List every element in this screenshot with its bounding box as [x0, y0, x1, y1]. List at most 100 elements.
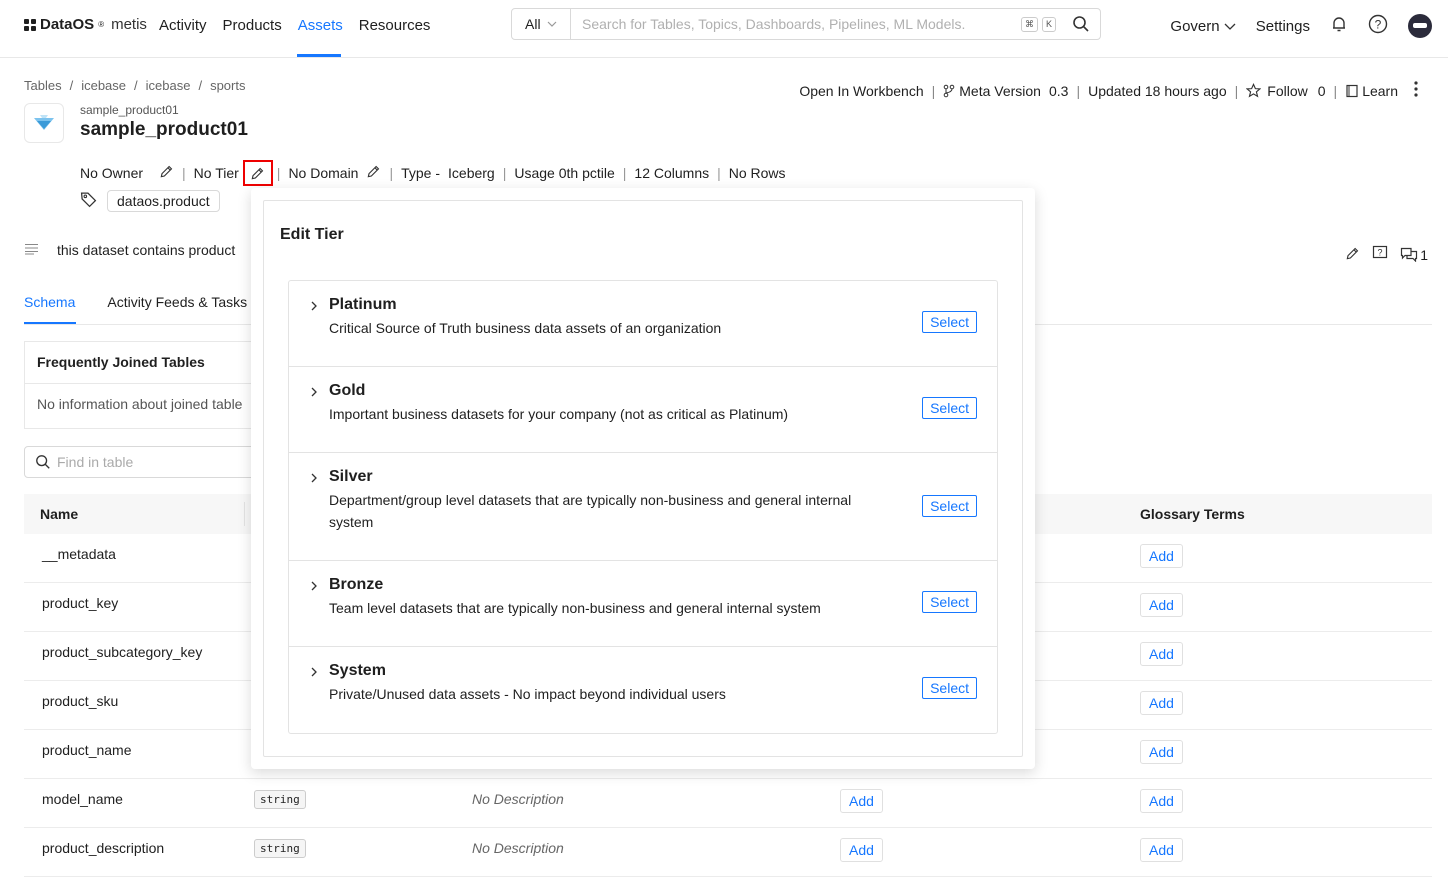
description-actions: ? 1	[1345, 245, 1428, 264]
nav-activity[interactable]: Activity	[159, 17, 207, 34]
page-title: sample_product01	[80, 119, 248, 140]
conversation-button[interactable]: 1	[1400, 247, 1428, 263]
select-tier-button[interactable]: Select	[922, 311, 977, 333]
breadcrumb-item[interactable]: icebase	[81, 78, 126, 93]
edit-tier-icon[interactable]	[242, 160, 273, 186]
edit-owner-icon[interactable]	[159, 164, 174, 182]
rows-count: No Rows	[728, 165, 786, 181]
nav-resources[interactable]: Resources	[359, 17, 431, 34]
column-type-badge: string	[254, 839, 306, 858]
chevron-right-icon[interactable]	[309, 665, 319, 681]
global-search: All Search for Tables, Topics, Dashboard…	[511, 8, 1101, 40]
search-icon	[36, 455, 50, 469]
add-tag-button[interactable]: Add	[840, 838, 883, 862]
joined-card-empty: No information about joined table	[37, 396, 243, 412]
add-glossary-term-button[interactable]: Add	[1140, 544, 1183, 568]
edit-domain-icon[interactable]	[366, 164, 381, 182]
table-row: model_name string No Description Add Add	[24, 779, 1432, 828]
tab-activity-feeds[interactable]: Activity Feeds & Tasks	[107, 294, 247, 310]
entity-subtitle: sample_product01	[80, 103, 179, 117]
settings-link[interactable]: Settings	[1256, 18, 1310, 35]
follow-count: 0	[1317, 82, 1326, 99]
tier-value: No Tier	[193, 165, 239, 181]
chevron-right-icon[interactable]	[309, 299, 319, 315]
breadcrumb-item[interactable]: Tables	[24, 78, 62, 93]
type-value: Iceberg	[448, 165, 495, 181]
follow-button[interactable]: Follow 0	[1246, 82, 1326, 99]
svg-text:?: ?	[1375, 18, 1382, 32]
tab-schema[interactable]: Schema	[24, 294, 75, 310]
column-name: product_sku	[42, 693, 119, 709]
request-description-icon[interactable]: ?	[1372, 245, 1388, 264]
tier-description: Critical Source of Truth business data a…	[329, 320, 722, 336]
column-type-badge: string	[254, 790, 306, 809]
select-tier-button[interactable]: Select	[922, 397, 977, 419]
breadcrumb-item[interactable]: sports	[210, 78, 245, 93]
select-tier-button[interactable]: Select	[922, 677, 977, 699]
column-name: product_subcategory_key	[42, 644, 203, 660]
header-divider	[244, 502, 245, 526]
add-tag-button[interactable]: Add	[840, 789, 883, 813]
main-nav: Activity Products Assets Resources	[159, 17, 430, 34]
book-icon	[1346, 84, 1358, 97]
add-glossary-term-button[interactable]: Add	[1140, 740, 1183, 764]
meta-version-label: Meta Version	[959, 82, 1041, 99]
top-navbar: DataOS ® metis Activity Products Assets R…	[0, 0, 1448, 58]
govern-menu[interactable]: Govern	[1170, 17, 1236, 35]
entity-meta-row: No Owner | No Tier | No Domain | Type - …	[80, 160, 786, 186]
open-in-workbench-link[interactable]: Open In Workbench	[799, 83, 923, 99]
find-in-table-input[interactable]: Find in table	[24, 446, 284, 478]
chevron-right-icon[interactable]	[309, 385, 319, 401]
nav-assets[interactable]: Assets	[298, 17, 343, 34]
tier-option: System Private/Unused data assets - No im…	[289, 647, 997, 733]
star-icon	[1246, 83, 1262, 98]
add-glossary-term-button[interactable]: Add	[1140, 691, 1183, 715]
chevron-right-icon[interactable]	[309, 471, 319, 487]
add-glossary-term-button[interactable]: Add	[1140, 838, 1183, 862]
more-options-icon[interactable]	[1414, 81, 1418, 100]
user-avatar[interactable]	[1408, 14, 1432, 38]
add-glossary-term-button[interactable]: Add	[1140, 642, 1183, 666]
owner-value: No Owner	[80, 165, 144, 181]
select-tier-button[interactable]: Select	[922, 495, 977, 517]
edit-tier-card: Edit Tier Platinum Critical Source of Tru…	[263, 200, 1023, 757]
tag-chip[interactable]: dataos.product	[107, 190, 220, 212]
search-input[interactable]: Search for Tables, Topics, Dashboards, P…	[571, 16, 1021, 32]
conversation-count: 1	[1420, 246, 1428, 263]
nav-products[interactable]: Products	[223, 17, 282, 34]
search-icon[interactable]	[1072, 15, 1090, 33]
meta-version[interactable]: Meta Version 0.3	[943, 83, 1068, 99]
govern-label: Govern	[1170, 17, 1220, 35]
chevron-right-icon[interactable]	[309, 579, 319, 595]
description-icon	[24, 242, 39, 258]
tier-option: Platinum Critical Source of Truth busines…	[289, 281, 997, 367]
bell-icon[interactable]	[1330, 15, 1348, 37]
add-glossary-term-button[interactable]: Add	[1140, 593, 1183, 617]
add-glossary-term-button[interactable]: Add	[1140, 789, 1183, 813]
learn-button[interactable]: Learn	[1345, 83, 1398, 99]
edit-description-icon[interactable]	[1345, 246, 1360, 264]
tags-row: dataos.product	[80, 190, 220, 212]
tier-name: Platinum	[329, 296, 397, 313]
edit-tier-popover: Edit Tier Platinum Critical Source of Tru…	[251, 188, 1035, 769]
breadcrumb-item[interactable]: icebase	[146, 78, 191, 93]
branch-icon	[943, 84, 955, 97]
help-icon[interactable]: ?	[1368, 14, 1388, 38]
dataos-logo[interactable]: DataOS ® metis	[24, 16, 147, 33]
usage-value: Usage 0th pctile	[514, 165, 615, 181]
logo-mark-icon	[24, 18, 36, 31]
column-name: product_key	[42, 595, 119, 611]
follow-label: Follow	[1267, 82, 1308, 99]
k-key: K	[1041, 16, 1056, 32]
description-row: this dataset contains product	[24, 242, 235, 258]
column-name: model_name	[42, 791, 123, 807]
header-glossary-terms: Glossary Terms	[1140, 506, 1245, 522]
brand-name: DataOS	[40, 16, 95, 33]
tab-active-indicator	[24, 322, 76, 324]
tier-name: Silver	[329, 468, 373, 485]
find-placeholder: Find in table	[57, 454, 134, 470]
registered-mark: ®	[98, 20, 105, 29]
tier-option: Bronze Team level datasets that are typic…	[289, 561, 997, 647]
select-tier-button[interactable]: Select	[922, 591, 977, 613]
search-scope-select[interactable]: All	[512, 9, 571, 39]
